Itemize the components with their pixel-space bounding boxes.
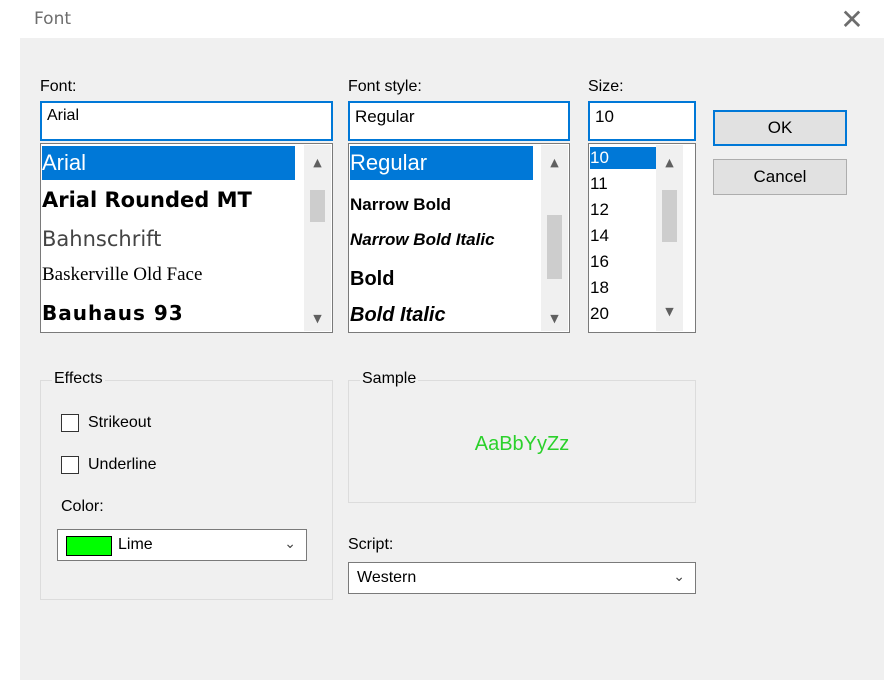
chevron-down-icon: ⌄ <box>673 569 685 585</box>
font-list-item-baskerville[interactable]: Baskerville Old Face <box>42 258 202 292</box>
script-select[interactable]: Western ⌄ <box>348 562 696 594</box>
scroll-down-icon[interactable]: ▼ <box>304 307 331 331</box>
size-list-item[interactable]: 16 <box>590 250 609 274</box>
color-swatch <box>66 536 112 556</box>
font-list-item-arial-rounded[interactable]: Arial Rounded MT <box>42 182 252 218</box>
underline-checkbox[interactable] <box>61 456 79 474</box>
dialog-body: Font: Arial Arial Arial Rounded MT Bahns… <box>20 38 884 680</box>
font-style-label: Font style: <box>348 78 422 95</box>
size-list-item[interactable]: 11 <box>590 172 608 196</box>
scroll-up-icon[interactable]: ▲ <box>656 151 683 175</box>
font-style-input[interactable]: Regular <box>348 101 570 141</box>
scroll-thumb[interactable] <box>547 215 562 279</box>
cancel-button[interactable]: Cancel <box>713 159 847 195</box>
color-select[interactable]: Lime ⌄ <box>57 529 307 561</box>
size-list-item[interactable]: 10 <box>590 147 656 169</box>
scroll-down-icon[interactable]: ▼ <box>656 300 683 324</box>
scroll-down-icon[interactable]: ▼ <box>541 307 568 331</box>
size-list[interactable]: 10 11 12 14 16 18 20 ▲ ▼ <box>588 143 696 333</box>
size-label: Size: <box>588 78 624 95</box>
size-list-item[interactable]: 14 <box>590 224 609 248</box>
font-list-item-bahnschrift[interactable]: Bahnschrift <box>42 222 161 256</box>
size-list-scrollbar[interactable]: ▲ ▼ <box>656 145 683 331</box>
ok-button[interactable]: OK <box>713 110 847 146</box>
font-list-item-arial[interactable]: Arial <box>42 146 295 180</box>
window-title: Font <box>34 9 72 29</box>
scroll-thumb[interactable] <box>310 190 325 222</box>
size-list-item[interactable]: 12 <box>590 198 609 222</box>
effects-group <box>40 380 333 600</box>
size-list-item[interactable]: 20 <box>590 302 609 326</box>
strikeout-label[interactable]: Strikeout <box>88 414 151 432</box>
style-list-item-bold-italic[interactable]: Bold Italic <box>350 298 446 332</box>
color-select-value: Lime <box>118 536 153 553</box>
style-list-item-bold[interactable]: Bold <box>350 262 394 296</box>
font-list-scrollbar[interactable]: ▲ ▼ <box>304 145 331 331</box>
title-bar: Font ✕ <box>0 0 884 38</box>
color-label: Color: <box>61 498 104 515</box>
style-list-item-regular[interactable]: Regular <box>350 146 533 180</box>
sample-legend: Sample <box>360 370 419 388</box>
font-style-list[interactable]: Regular Narrow Bold Narrow Bold Italic B… <box>348 143 570 333</box>
style-list-scrollbar[interactable]: ▲ ▼ <box>541 145 568 331</box>
scroll-up-icon[interactable]: ▲ <box>541 151 568 175</box>
style-list-item-narrow-bold-italic[interactable]: Narrow Bold Italic <box>350 224 535 256</box>
scroll-thumb[interactable] <box>662 190 677 242</box>
sample-text: AaBbYyZz <box>474 433 570 455</box>
chevron-down-icon: ⌄ <box>284 536 296 552</box>
close-icon[interactable]: ✕ <box>820 0 884 38</box>
font-list[interactable]: Arial Arial Rounded MT Bahnschrift Baske… <box>40 143 333 333</box>
size-list-item[interactable]: 18 <box>590 276 609 300</box>
underline-label[interactable]: Underline <box>88 456 156 474</box>
script-select-value: Western <box>357 569 417 586</box>
font-list-item-bauhaus[interactable]: Bauhaus 93 <box>42 296 184 330</box>
script-label: Script: <box>348 536 394 553</box>
strikeout-checkbox[interactable] <box>61 414 79 432</box>
size-input[interactable]: 10 <box>588 101 696 141</box>
effects-legend: Effects <box>52 370 105 388</box>
scroll-up-icon[interactable]: ▲ <box>304 151 331 175</box>
font-label: Font: <box>40 78 77 95</box>
font-name-input[interactable]: Arial <box>40 101 333 141</box>
style-list-item-narrow-bold[interactable]: Narrow Bold <box>350 190 451 220</box>
